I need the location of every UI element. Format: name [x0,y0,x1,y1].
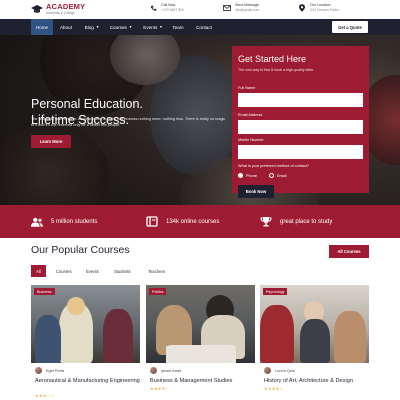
photo-figure [334,311,366,363]
logo-title: ACADEMY [46,2,86,11]
course-author: Eget Porta [35,367,64,374]
nav-contact[interactable]: Contact [191,19,217,35]
course-title[interactable]: History of Art, Architecture & Design [264,378,369,386]
graduation-cap-icon [31,4,43,14]
hero-title-line-1: Personal Education. [31,97,143,111]
contact-method-question: What is your preferred method of contact… [238,164,309,168]
trophy-icon [260,216,272,227]
course-card[interactable]: Psychology Lorem Quis History of Art, Ar… [260,285,369,400]
phone-radio[interactable] [238,173,243,178]
filter-students[interactable]: Students [109,265,136,277]
course-author-name: Ipsum Amet [161,368,182,373]
email-radio[interactable] [268,173,274,178]
course-category-tag[interactable]: Business [34,288,55,295]
courses-section-title: Our Popular Courses [31,244,130,256]
course-image: Business [31,285,140,363]
book-now-button[interactable]: Book Now [238,185,274,198]
location-info: Our Location D12 Semper Padro [297,3,339,13]
form-title: Get Started Here [238,54,307,64]
course-author: Lorem Quis [264,367,295,374]
phone-radio-label: Phone [246,173,257,178]
learn-more-button[interactable]: Learn More [31,135,71,148]
logo-tagline: University & College [46,10,75,15]
stat-students: 5 million students [31,205,97,238]
nav-courses-label: Courses [109,24,127,30]
stat-courses: 134k online courses [146,205,219,238]
filter-teachers[interactable]: Teachers [143,265,170,277]
avatar [264,367,271,374]
nav-blog-label: Blog [84,24,94,30]
photo-figure [103,309,133,363]
course-image: Psychology [260,285,369,363]
location-value: D12 Semper Padro [310,7,340,12]
avatar [35,367,42,374]
get-quote-button[interactable]: Get a Quote [332,21,368,33]
form-subtitle: The new way to find & book a high-qualit… [238,68,315,72]
rating-stars: ★★★☆☆ [35,393,55,398]
chevron-down-icon: ▼ [95,25,100,29]
course-author: Ipsum Amet [150,367,181,374]
photo-figure [35,315,61,363]
stat-courses-text: 134k online courses [166,218,220,225]
nav-events[interactable]: Events ▼ [140,19,166,35]
nav-home[interactable]: Home [31,19,53,35]
rating-stars: ★★★★☆ [264,386,284,391]
course-image: Politics [146,285,255,363]
hero-section: Personal Education. Lifetime Success. Th… [0,35,400,205]
course-author-name: Eget Porta [46,368,64,373]
photo-figure [260,305,294,363]
full-name-field[interactable] [238,93,363,107]
stat-study: great place to study [260,205,332,238]
mail-icon [222,3,232,13]
course-author-name: Lorem Quis [275,368,295,373]
photo-figure [166,345,236,363]
site-logo[interactable]: ACADEMY University & College [31,3,85,15]
course-card[interactable]: Politics Ipsum Amet Business & Managemen… [146,285,255,400]
top-info-bar: ACADEMY University & College Call Now +1… [0,0,400,19]
map-pin-icon [297,3,307,13]
stats-band: 5 million students 134k online courses g… [0,205,400,238]
email-label: Email Address [238,113,263,117]
photo-figure [300,319,330,363]
mail-label: Send Message [235,3,259,7]
mobile-label: Mobile Number [238,138,264,142]
photo-figure [67,297,85,315]
nav-courses[interactable]: Courses ▼ [106,19,136,35]
stat-study-text: great place to study [280,218,333,225]
avatar [150,367,157,374]
rating-stars: ★★★★☆ [150,386,170,391]
mobile-field[interactable] [238,145,363,159]
stat-students-text: 5 million students [51,218,98,225]
email-field[interactable] [238,120,363,134]
call-info: Call Now +123 4567 890 [148,3,184,13]
all-courses-button[interactable]: All Courses [329,245,369,258]
nav-team[interactable]: Team [169,19,187,35]
filter-all[interactable]: All [31,265,46,277]
filter-events[interactable]: Events [81,265,104,277]
chevron-down-icon: ▼ [128,25,133,29]
course-category-tag[interactable]: Psychology [263,288,288,295]
course-card[interactable]: Business Eget Porta Aeronautical & Manuf… [31,285,140,400]
main-nav: Home About Blog ▼ Courses ▼ Events ▼ Team C… [0,19,400,35]
nav-blog[interactable]: Blog ▼ [81,19,103,35]
users-icon [31,217,43,227]
filter-courses[interactable]: Courses [51,265,77,277]
book-icon [146,216,158,227]
signup-form: Get Started Here The new way to find & b… [232,46,369,198]
course-title[interactable]: Business & Management Studies [150,378,255,386]
full-name-label: Full Name [238,86,256,90]
email-radio-label: Email [276,173,287,178]
nav-events-label: Events [143,24,158,30]
course-title[interactable]: Aeronautical & Manufacturing Engineering [35,378,140,386]
call-value[interactable]: +123 4567 890 [161,8,184,12]
mail-info: Send Message info@gmail.com [222,3,259,13]
hero-description: The first thing to remember about succes… [31,117,226,127]
mail-value[interactable]: info@gmail.com [235,8,259,12]
contact-method-group: Phone Email [238,173,298,178]
nav-about[interactable]: About [56,19,76,35]
course-category-tag[interactable]: Politics [149,288,167,295]
phone-icon [148,3,158,13]
chevron-down-icon: ▼ [159,25,163,29]
